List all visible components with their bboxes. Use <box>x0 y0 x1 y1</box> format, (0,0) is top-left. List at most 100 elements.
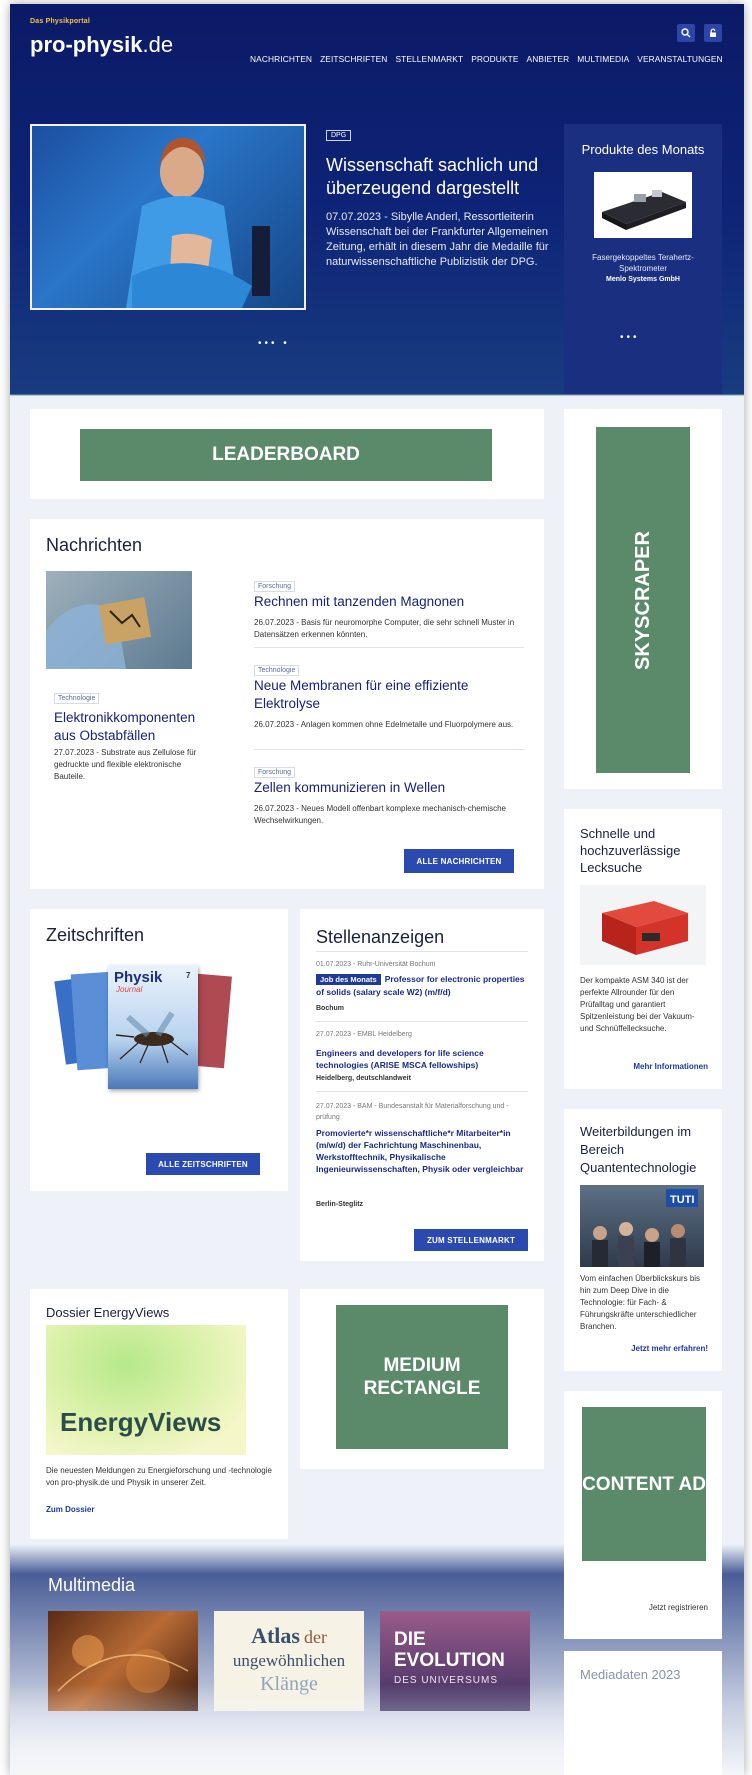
atlas-word-2: der <box>303 1627 327 1647</box>
jobs-heading: Stellenanzeigen <box>316 927 445 947</box>
quantum-more-link[interactable]: Jetzt mehr erfahren! <box>580 1344 708 1353</box>
page: Das Physikportal pro-physik.de NACHRICHT… <box>10 4 744 1775</box>
dossier-logo-text: EnergyViews <box>60 1407 222 1437</box>
news-item-tag[interactable]: Forschung <box>254 581 296 592</box>
cover-title: Physik <box>114 969 163 986</box>
search-button[interactable] <box>677 24 695 42</box>
skyscraper-ad-label: SKYSCRAPER <box>631 530 654 670</box>
content-ad[interactable]: CONTENT AD <box>582 1407 706 1561</box>
mediadaten-title[interactable]: Mediadaten 2023 <box>580 1667 680 1682</box>
job-place: Heidelberg, deutschlandweit <box>316 1075 411 1082</box>
lock-icon <box>710 28 716 37</box>
site-logo[interactable]: pro-physik.de <box>30 32 173 58</box>
leak-title[interactable]: Schnelle und hochzuverlässige Lecksuche <box>580 825 710 876</box>
leaderboard-ad[interactable]: LEADERBOARD <box>80 429 492 481</box>
evolution-word-2: EVOLUTION <box>394 1650 505 1671</box>
register-link[interactable]: Jetzt registrieren <box>580 1603 708 1612</box>
svg-text:TUTI: TUTI <box>670 1194 694 1206</box>
job-place: Bochum <box>316 1005 344 1012</box>
quantum-title[interactable]: Weiterbildungen im Bereich Quantentechno… <box>580 1123 714 1177</box>
news-item-text: 26.07.2023 - Neues Modell offenbart komp… <box>254 804 506 825</box>
nav-item-stellenmarkt[interactable]: STELLENMARKT <box>395 54 463 64</box>
medium-rectangle-ad[interactable]: MEDIUM RECTANGLE <box>336 1305 508 1449</box>
job-title[interactable]: Promovierte*r wissenschaftliche*r Mitarb… <box>316 1127 530 1175</box>
logo-tld: .de <box>142 32 174 57</box>
job-meta: 01.07.2023 - Ruhr-Universität Bochum <box>316 961 436 968</box>
quantum-text: Vom einfachen Überblickskurs bis hin zum… <box>580 1274 701 1331</box>
job-title-block[interactable]: Job des Monats Professor for electronic p… <box>316 973 530 998</box>
job-meta: 27.07.2023 - EMBL Heidelberg <box>316 1031 412 1038</box>
jobs-separator <box>316 951 528 952</box>
news-lead-title[interactable]: Elektronikkomponenten aus Obstabfällen <box>54 709 200 745</box>
news-item-title[interactable]: Rechnen mit tanzenden Magnonen <box>254 593 524 611</box>
job-title[interactable]: Engineers and developers for life scienc… <box>316 1047 530 1071</box>
medium-rectangle-card: MEDIUM RECTANGLE <box>300 1289 544 1469</box>
atlas-word-1: Atlas <box>251 1623 300 1648</box>
products-carousel-dots[interactable]: ••• <box>620 332 640 343</box>
jobs-card: Stellenanzeigen 01.07.2023 - Ruhr-Univer… <box>300 909 544 1261</box>
hero-image[interactable] <box>30 124 306 310</box>
jobs-separator <box>316 1021 528 1022</box>
nav-item-zeitschriften[interactable]: ZEITSCHRIFTEN <box>320 54 387 64</box>
journals-heading: Zeitschriften <box>46 925 145 945</box>
news-item-text: 26.07.2023 - Anlagen kommen ohne Edelmet… <box>254 720 514 729</box>
job-meta: 27.07.2023 - BAM - Bundesanstalt für Mat… <box>316 1103 509 1121</box>
news-item-tag[interactable]: Technologie <box>254 665 300 676</box>
news-item-title[interactable]: Zellen kommunizieren in Wellen <box>254 779 524 797</box>
leak-detection-card: Schnelle und hochzuverlässige Lecksuche … <box>564 809 722 1089</box>
job-market-button[interactable]: ZUM STELLENMARKT <box>414 1229 528 1251</box>
dossier-image[interactable]: EnergyViews <box>46 1325 246 1455</box>
quantum-image[interactable]: TUTI <box>580 1185 704 1267</box>
product-image[interactable] <box>594 172 692 238</box>
product-vendor: Menlo Systems GmbH <box>606 276 680 283</box>
news-separator <box>254 647 524 648</box>
main-nav: NACHRICHTEN ZEITSCHRIFTEN STELLENMARKT P… <box>250 54 740 64</box>
job-of-month-badge: Job des Monats <box>316 974 381 985</box>
multimedia-heading: Multimedia <box>48 1575 136 1595</box>
news-item-title[interactable]: Neue Membranen für eine effiziente Elekt… <box>254 677 524 713</box>
hero-badge[interactable]: DPG <box>326 130 352 141</box>
news-separator <box>254 749 524 750</box>
cover-sub: Journal <box>116 985 143 994</box>
leak-detector-illustration <box>602 901 688 955</box>
nav-item-veranstaltungen[interactable]: VERANSTALTUNGEN <box>637 54 722 64</box>
job-place: Berlin-Steglitz <box>316 1201 364 1208</box>
people-audience-illustration: TUTI <box>592 1189 698 1267</box>
leak-more-link[interactable]: Mehr Informationen <box>580 1062 708 1071</box>
content-ad-card: CONTENT AD Jetzt registrieren <box>564 1391 722 1639</box>
bottom-fade <box>10 1684 564 1775</box>
skyscraper-card: SKYSCRAPER <box>564 409 722 789</box>
dossier-text: Die neuesten Meldungen zu Energieforschu… <box>46 1466 272 1487</box>
all-news-button[interactable]: ALLE NACHRICHTEN <box>404 849 514 873</box>
news-lead-tag[interactable]: Technologie <box>54 693 100 704</box>
skyscraper-ad[interactable]: SKYSCRAPER <box>596 427 690 773</box>
cover-number: 7 <box>186 971 191 980</box>
hero-carousel-dots[interactable]: ••• • <box>258 338 290 349</box>
quantum-training-card: Weiterbildungen im Bereich Quantentechno… <box>564 1109 722 1371</box>
product-name[interactable]: Fasergekoppeltes Terahertz-Spektrometer <box>570 252 716 274</box>
journal-cover-main[interactable]: Physik Journal 7 <box>108 965 198 1089</box>
electronics-illustration <box>46 597 152 669</box>
hero-title[interactable]: Wissenschaft sachlich und überzeugend da… <box>326 154 556 200</box>
all-journals-button[interactable]: ALLE ZEITSCHRIFTEN <box>146 1153 260 1175</box>
leak-detector-image[interactable] <box>580 885 706 965</box>
mediadaten-card: Mediadaten 2023 <box>564 1651 722 1775</box>
nav-item-nachrichten[interactable]: NACHRICHTEN <box>250 54 312 64</box>
dossier-link[interactable]: Zum Dossier <box>46 1505 94 1514</box>
mosquito-illustration <box>115 1011 189 1064</box>
search-icon <box>681 28 691 38</box>
news-lead-image[interactable] <box>46 571 192 669</box>
news-item-tag[interactable]: Forschung <box>254 767 296 778</box>
nav-item-produkte[interactable]: PRODUKTE <box>471 54 518 64</box>
logo-main: pro-physik <box>30 32 143 57</box>
products-of-month-panel: Produkte des Monats Fasergekoppeltes Ter… <box>564 124 722 394</box>
nav-item-multimedia[interactable]: MULTIMEDIA <box>577 54 629 64</box>
jobs-separator <box>316 1091 528 1092</box>
evolution-word-1: DIE <box>394 1629 426 1650</box>
products-title: Produkte des Monats <box>581 142 705 157</box>
news-lead-text: 27.07.2023 - Substrate aus Zellulose für… <box>54 748 197 781</box>
nav-item-anbieter[interactable]: ANBIETER <box>527 54 570 64</box>
atlas-word-3: ungewöhnlichen <box>232 1651 346 1670</box>
news-heading: Nachrichten <box>46 535 143 555</box>
login-button[interactable] <box>704 24 722 42</box>
